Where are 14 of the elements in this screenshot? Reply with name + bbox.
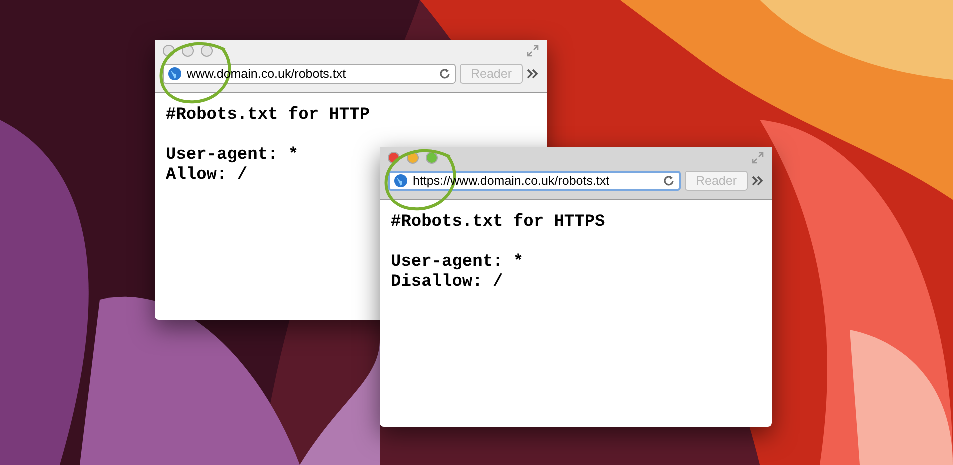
code-line: User-agent: * [166, 146, 299, 166]
globe-icon [168, 67, 182, 81]
globe-icon [394, 174, 408, 188]
reload-icon[interactable] [663, 175, 675, 187]
fullscreen-icon[interactable] [527, 45, 539, 57]
code-line: #Robots.txt for HTTPS [391, 213, 606, 233]
code-line: #Robots.txt for HTTP [166, 106, 370, 126]
code-line: Disallow: / [391, 273, 504, 293]
code-line: User-agent: * [391, 253, 524, 273]
reload-icon[interactable] [439, 68, 451, 80]
fullscreen-icon[interactable] [752, 152, 764, 164]
chevrons-icon[interactable] [752, 176, 764, 186]
code-line: Allow: / [166, 166, 248, 186]
chevrons-icon[interactable] [527, 69, 539, 79]
